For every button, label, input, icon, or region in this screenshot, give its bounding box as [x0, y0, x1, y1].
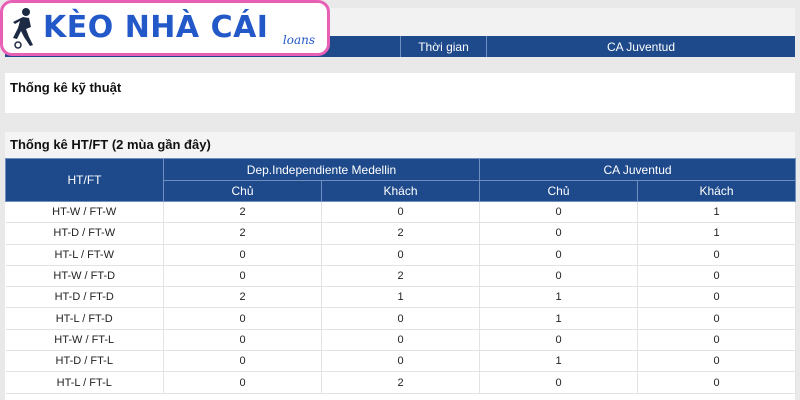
table-row: HT-D / FT-L 0 0 1 0: [5, 350, 797, 373]
cell-value: 1: [637, 222, 797, 245]
row-label: HT-D / FT-W: [5, 222, 164, 245]
logo-subtext: loans: [282, 33, 315, 47]
htft-stats-section: Thống kê HT/FT (2 mùa gần đây) HT/FT Dep…: [5, 132, 797, 400]
table-row: HT-D / FT-W 2 2 0 1: [5, 222, 797, 245]
cell-value: 0: [163, 265, 322, 288]
cell-value: 0: [163, 307, 322, 330]
home-team-header: Dep.Independiente Medellin: [162, 158, 481, 181]
cell-value: 1: [479, 286, 639, 309]
away-team-home-subheader: Chủ: [479, 180, 639, 202]
cell-value: 0: [637, 265, 797, 288]
cell-value: 0: [163, 350, 322, 373]
cell-value: 0: [479, 371, 639, 394]
header-time: Thời gian: [400, 36, 486, 57]
cell-value: 0: [321, 329, 481, 352]
home-team-away-subheader: Khách: [320, 180, 481, 202]
cell-value: 0: [321, 307, 481, 330]
away-team-away-subheader: Khách: [637, 180, 797, 202]
cell-value: 1: [321, 286, 481, 309]
row-label: HT-L / FT-L: [5, 371, 164, 394]
row-label: HT-W / FT-W: [5, 201, 164, 224]
cell-value: 1: [479, 350, 639, 373]
cell-value: 0: [637, 371, 797, 394]
cell-value: 0: [637, 350, 797, 373]
cell-value: 0: [321, 201, 481, 224]
cell-value: 1: [479, 307, 639, 330]
row-label: HT-W / FT-D: [5, 265, 164, 288]
cell-value: 0: [637, 307, 797, 330]
logo-text: KÈO NHÀ CÁI: [43, 10, 269, 45]
away-team-header: CA Juventud: [479, 158, 797, 181]
cell-value: 0: [163, 244, 322, 266]
cell-value: 0: [479, 222, 639, 245]
table-row: HT-W / FT-L 0 0 0 0: [5, 329, 797, 352]
cell-value: 2: [321, 265, 481, 288]
cell-value: 0: [479, 201, 639, 224]
soccer-player-icon: [13, 8, 33, 49]
cell-value: 0: [637, 329, 797, 352]
cell-value: 0: [637, 244, 797, 266]
cell-value: 2: [321, 371, 481, 394]
cell-value: 0: [479, 265, 639, 288]
home-team-home-subheader: Chủ: [163, 180, 322, 202]
cell-value: 0: [321, 350, 481, 373]
row-label: HT-L / FT-W: [5, 244, 164, 266]
table-row: HT-W / FT-W 2 0 0 1: [5, 201, 797, 224]
table-row: HT-L / FT-L 0 2 0 0: [5, 371, 797, 394]
htft-table-body: HT-W / FT-W 2 0 0 1 HT-D / FT-W 2 2 0 1 …: [5, 201, 797, 394]
htft-stats-title: Thống kê HT/FT (2 mùa gần đây): [5, 132, 795, 158]
htft-table: HT/FT Dep.Independiente Medellin CA Juve…: [5, 158, 797, 394]
table-row: HT-L / FT-W 0 0 0 0: [5, 244, 797, 266]
table-row: HT-L / FT-D 0 0 1 0: [5, 307, 797, 330]
row-label: HT-L / FT-D: [5, 307, 164, 330]
row-label: HT-D / FT-D: [5, 286, 164, 309]
cell-value: 0: [637, 286, 797, 309]
site-logo[interactable]: KÈO NHÀ CÁI loans: [0, 0, 330, 56]
cell-value: 0: [479, 329, 639, 352]
tech-stats-section: Thống kê kỹ thuật: [5, 73, 795, 113]
htft-col-header: HT/FT: [5, 158, 164, 202]
cell-value: 0: [479, 244, 639, 266]
cell-value: 2: [321, 222, 481, 245]
tech-stats-title: Thống kê kỹ thuật: [10, 80, 122, 95]
header-team: CA Juventud: [486, 36, 795, 57]
row-label: HT-W / FT-L: [5, 329, 164, 352]
cell-value: 2: [163, 201, 322, 224]
cell-value: 2: [163, 286, 322, 309]
cell-value: 0: [163, 371, 322, 394]
table-row: HT-D / FT-D 2 1 1 0: [5, 286, 797, 309]
cell-value: 1: [637, 201, 797, 224]
row-label: HT-D / FT-L: [5, 350, 164, 373]
cell-value: 0: [163, 329, 322, 352]
cell-value: 0: [321, 244, 481, 266]
table-row: HT-W / FT-D 0 2 0 0: [5, 265, 797, 288]
cell-value: 2: [163, 222, 322, 245]
